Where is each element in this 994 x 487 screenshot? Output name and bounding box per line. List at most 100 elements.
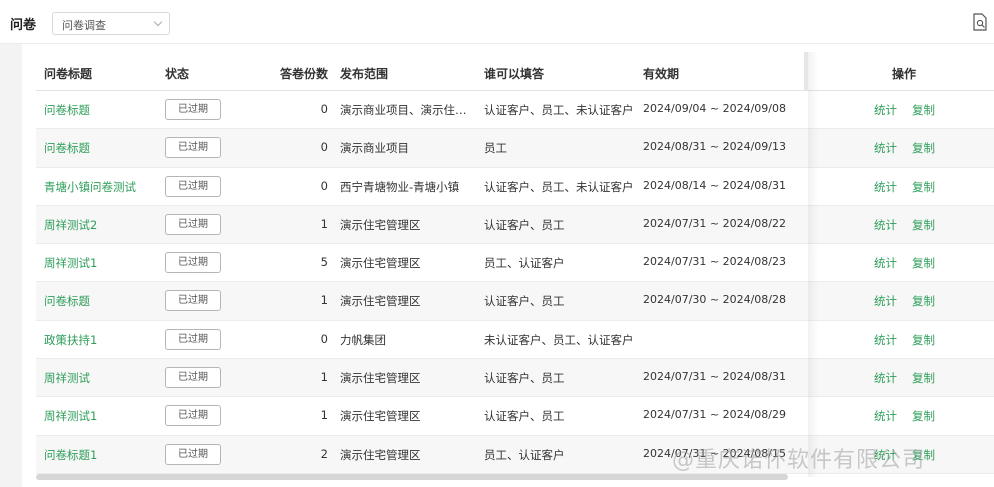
response-count: 1 (320, 408, 328, 423)
status-badge: 已过期 (165, 328, 221, 350)
col-header-period: 有效期 (643, 67, 680, 81)
table-row: 周祥测试1 已过期 5 演示住宅管理区 员工、认证客户 2024/07/31 ~… (36, 244, 994, 283)
status-badge: 已过期 (165, 405, 221, 427)
publish-scope: 演示商业项目、演示住… (340, 103, 467, 117)
status-badge: 已过期 (165, 290, 221, 312)
col-header-ops: 操作 (892, 67, 917, 81)
respondent-types: 员工、认证客户 (484, 447, 565, 462)
copy-link[interactable]: 复制 (912, 255, 935, 271)
table-row: 问卷标题 已过期 0 演示商业项目、演示住… 认证客户、员工、未认证客户 202… (36, 91, 994, 130)
status-badge: 已过期 (165, 175, 221, 197)
stats-link[interactable]: 统计 (874, 332, 897, 348)
table-row: 政策扶持1 已过期 0 力帆集团 未认证客户、员工、认证客户 统计 复制 (36, 320, 994, 360)
copy-link[interactable]: 复制 (912, 102, 935, 118)
status-badge: 已过期 (165, 213, 221, 235)
publish-scope: 力帆集团 (340, 332, 386, 347)
status-badge: 已过期 (165, 443, 221, 465)
table-row: 问卷标题 已过期 0 演示商业项目 员工 2024/08/31 ~ 2024/0… (36, 129, 994, 168)
top-bar: 问卷 问卷调查 (0, 0, 994, 44)
respondent-types: 认证客户、员工 (484, 371, 565, 386)
stats-link[interactable]: 统计 (874, 255, 897, 271)
response-count: 0 (320, 178, 328, 193)
export-icon[interactable] (972, 13, 988, 31)
respondent-types: 员工、认证客户 (484, 256, 565, 271)
response-count: 1 (320, 370, 328, 385)
stats-link[interactable]: 统计 (874, 140, 897, 156)
publish-scope: 演示住宅管理区 (340, 217, 421, 232)
copy-link[interactable]: 复制 (912, 370, 935, 386)
status-badge: 已过期 (165, 99, 221, 120)
publish-scope: 演示住宅管理区 (340, 256, 421, 271)
left-gutter (0, 44, 22, 487)
survey-type-select[interactable]: 问卷调查 (52, 12, 170, 35)
survey-type-select-value: 问卷调查 (62, 19, 106, 32)
valid-period: 2024/07/31 ~ 2024/08/23 (643, 255, 787, 269)
respondent-types: 认证客户、员工 (484, 294, 565, 309)
col-header-scope: 发布范围 (340, 67, 389, 81)
respondent-types: 认证客户、员工 (484, 217, 565, 232)
table-row: 周祥测试2 已过期 1 演示住宅管理区 认证客户、员工 2024/07/31 ~… (36, 205, 994, 245)
publish-scope: 西宁青塘物业-青塘小镇 (340, 179, 460, 194)
publish-scope: 演示住宅管理区 (340, 371, 421, 386)
table-body: 问卷标题 已过期 0 演示商业项目、演示住… 认证客户、员工、未认证客户 202… (36, 91, 994, 474)
stats-link[interactable]: 统计 (874, 293, 897, 309)
survey-title-link[interactable]: 问卷标题 (44, 102, 158, 118)
copy-link[interactable]: 复制 (912, 140, 935, 156)
response-count: 0 (320, 140, 328, 155)
copy-link[interactable]: 复制 (912, 408, 935, 424)
copy-link[interactable]: 复制 (912, 179, 935, 195)
survey-title-link[interactable]: 问卷标题 (44, 293, 158, 309)
response-count: 1 (320, 293, 328, 308)
stats-link[interactable]: 统计 (874, 217, 897, 233)
valid-period: 2024/09/04 ~ 2024/09/08 (643, 102, 787, 115)
status-badge: 已过期 (165, 137, 221, 159)
col-header-who: 谁可以填答 (484, 67, 545, 81)
valid-period: 2024/07/31 ~ 2024/08/29 (643, 408, 787, 422)
survey-table: 问卷标题 状态 答卷份数 发布范围 谁可以填答 有效期 操作 问卷标题 已过期 … (36, 52, 994, 477)
publish-scope: 演示住宅管理区 (340, 447, 421, 462)
response-count: 5 (320, 255, 328, 270)
response-count: 2 (320, 446, 328, 461)
valid-period: 2024/08/14 ~ 2024/08/31 (643, 178, 787, 192)
survey-title-link[interactable]: 周祥测试 (44, 370, 158, 386)
watermark: @重庆诺怀软件有限公司 (672, 448, 926, 473)
respondent-types: 认证客户、员工 (484, 409, 565, 424)
table-row: 青塘小镇问卷测试 已过期 0 西宁青塘物业-青塘小镇 认证客户、员工、未认证客户… (36, 167, 994, 206)
publish-scope: 演示商业项目 (340, 141, 409, 156)
valid-period: 2024/07/30 ~ 2024/08/28 (643, 293, 787, 307)
survey-title-link[interactable]: 政策扶持1 (44, 332, 158, 348)
respondent-types: 未认证客户、员工、认证客户 (484, 332, 634, 347)
publish-scope: 演示住宅管理区 (340, 294, 421, 309)
response-count: 0 (320, 102, 328, 116)
survey-title-link[interactable]: 问卷标题1 (44, 447, 158, 463)
col-header-title: 问卷标题 (44, 67, 93, 81)
column-resize-handle[interactable] (804, 52, 808, 91)
survey-title-link[interactable]: 问卷标题 (44, 140, 158, 156)
table-header: 问卷标题 状态 答卷份数 发布范围 谁可以填答 有效期 操作 (36, 52, 994, 91)
respondent-types: 认证客户、员工、未认证客户 (484, 103, 634, 117)
col-header-count: 答卷份数 (280, 67, 329, 81)
col-header-status: 状态 (165, 67, 190, 81)
horizontal-scrollbar[interactable] (36, 474, 788, 480)
publish-scope: 演示住宅管理区 (340, 409, 421, 424)
valid-period: 2024/07/31 ~ 2024/08/22 (643, 216, 787, 230)
table-row: 周祥测试 已过期 1 演示住宅管理区 认证客户、员工 2024/07/31 ~ … (36, 359, 994, 398)
valid-period: 2024/07/31 ~ 2024/08/31 (643, 370, 787, 384)
status-badge: 已过期 (165, 367, 221, 389)
valid-period: 2024/08/31 ~ 2024/09/13 (643, 140, 787, 154)
survey-title-link[interactable]: 周祥测试2 (44, 217, 158, 233)
copy-link[interactable]: 复制 (912, 332, 935, 348)
stats-link[interactable]: 统计 (874, 408, 897, 424)
copy-link[interactable]: 复制 (912, 217, 935, 233)
survey-title-link[interactable]: 周祥测试1 (44, 255, 158, 271)
respondent-types: 认证客户、员工、未认证客户 (484, 179, 634, 194)
survey-title-link[interactable]: 周祥测试1 (44, 408, 158, 424)
copy-link[interactable]: 复制 (912, 293, 935, 309)
table-row: 问卷标题 已过期 1 演示住宅管理区 认证客户、员工 2024/07/30 ~ … (36, 282, 994, 321)
stats-link[interactable]: 统计 (874, 102, 897, 118)
chevron-down-icon (153, 17, 163, 27)
response-count: 0 (320, 331, 328, 346)
stats-link[interactable]: 统计 (874, 370, 897, 386)
survey-title-link[interactable]: 青塘小镇问卷测试 (44, 179, 158, 195)
stats-link[interactable]: 统计 (874, 179, 897, 195)
